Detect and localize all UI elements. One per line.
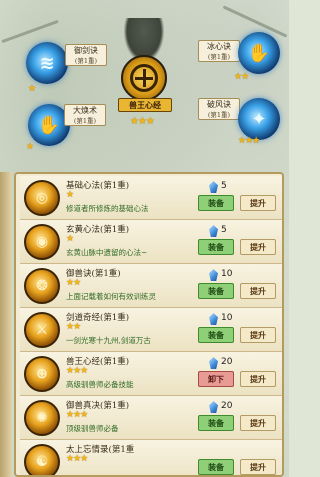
list-item-stars: ★ — [66, 190, 74, 200]
equip-button[interactable]: 装备 — [198, 283, 234, 299]
skill-icon: ✺ — [24, 400, 60, 436]
gem-icon — [209, 357, 218, 369]
equip-button[interactable]: 装备 — [198, 327, 234, 343]
skill-stars: ★★ — [234, 72, 249, 82]
list-item-stars: ★★ — [66, 322, 81, 332]
list-item[interactable]: ☯ 太上忘情录(第1重 ★★★ 装备 提升 — [20, 440, 282, 475]
skill-tree: ≋ 御剑诀 (第1重) ★ 冰心诀 (第1重) ✋ ★★ 兽王心经 ★★★ ✋ … — [0, 0, 289, 165]
skill-icon: ◎ — [24, 180, 60, 216]
unequip-button[interactable]: 卸下 — [198, 371, 234, 387]
list-item-desc: 顶级驯兽师必备 — [66, 424, 119, 433]
list-item-stars: ★★★ — [66, 410, 88, 420]
skill-icon: ⚔ — [24, 312, 60, 348]
skill-label-dahuoshu: 大焕术 (第1重) — [64, 104, 106, 126]
skill-label-pofengjue: 破风诀 (第1重) — [198, 98, 240, 120]
list-item-stars: ★★ — [66, 278, 81, 288]
list-item-desc: 上面记载着如何有效训练灵 — [66, 292, 156, 301]
skill-level: (第1重) — [207, 53, 231, 61]
list-item[interactable]: ❂ 御兽诀(第1重) ★★ 上面记载着如何有效训练灵 10 装备 提升 — [20, 264, 282, 308]
skill-list-panel[interactable]: ◎ 基础心法(第1重) ★ 修道者所修炼的基础心法 5 装备 提升 ◉ 玄黄心法… — [14, 172, 284, 477]
list-item-cost: 5 — [221, 225, 227, 235]
skill-icon: ❂ — [24, 268, 60, 304]
skill-name: 大焕术 — [73, 106, 97, 115]
list-item-name: 玄黄心法(第1重) — [66, 225, 130, 235]
list-item-cost: 10 — [221, 313, 233, 323]
list-item-stars: ★★★ — [66, 366, 88, 376]
list-item[interactable]: ⚔ 剑道奇经(第1重) ★★ 一剑光寒十九州,剑道万古 10 装备 提升 — [20, 308, 282, 352]
skill-label-bingxinjue: 冰心诀 (第1重) — [198, 40, 240, 62]
skill-name: 冰心诀 — [207, 42, 231, 51]
upgrade-button[interactable]: 提升 — [240, 195, 276, 211]
skill-icon: ◉ — [24, 224, 60, 260]
skill-icon: ☯ — [24, 444, 60, 475]
center-skill-stars: ★★★ — [130, 116, 155, 127]
gem-icon — [209, 269, 218, 281]
list-item-desc: 一剑光寒十九州,剑道万古 — [66, 336, 151, 345]
list-item-desc: 修道者所修炼的基础心法 — [66, 204, 149, 213]
list-item-cost: 5 — [221, 181, 227, 191]
skill-level: (第1重) — [207, 111, 231, 119]
skill-orb-yujianjue[interactable]: ≋ — [26, 42, 68, 84]
list-item[interactable]: ⊕ 兽王心经(第1重) ★★★ 高级驯兽师必备技能 20 卸下 提升 — [20, 352, 282, 396]
emblem-icon — [130, 64, 158, 92]
list-item-stars: ★ — [66, 234, 74, 244]
gem-icon — [209, 313, 218, 325]
upgrade-button[interactable]: 提升 — [240, 415, 276, 431]
skill-orb-pofengjue[interactable]: ✦ — [238, 98, 280, 140]
list-item-cost: 10 — [221, 269, 233, 279]
skill-level: (第1重) — [74, 57, 98, 65]
list-item-cost: 20 — [221, 357, 233, 367]
center-skill-label: 兽王心经 — [118, 98, 172, 112]
skill-name: 御剑诀 — [74, 46, 98, 55]
skill-stars: ★ — [28, 84, 36, 94]
upgrade-button[interactable]: 提升 — [240, 327, 276, 343]
skill-orb-bingxinjue[interactable]: ✋ — [238, 32, 280, 74]
list-item[interactable]: ◉ 玄黄心法(第1重) ★ 玄黄山脉中遗留的心法~ 5 装备 提升 — [20, 220, 282, 264]
equip-button[interactable]: 装备 — [198, 415, 234, 431]
equip-button[interactable]: 装备 — [198, 239, 234, 255]
skill-name: 破风诀 — [207, 100, 231, 109]
list-item-cost: 20 — [221, 401, 233, 411]
gem-icon — [209, 225, 218, 237]
upgrade-button[interactable]: 提升 — [240, 371, 276, 387]
skill-stars: ★★★ — [238, 136, 260, 146]
upgrade-button[interactable]: 提升 — [240, 239, 276, 255]
list-item-name: 基础心法(第1重) — [66, 181, 130, 191]
panel-left-edge — [0, 172, 12, 477]
gem-icon — [209, 181, 218, 193]
skill-label-yujianjue: 御剑诀 (第1重) — [65, 44, 107, 66]
list-item-stars: ★★★ — [66, 454, 88, 464]
skill-stars: ★ — [26, 142, 34, 152]
equip-button[interactable]: 装备 — [198, 459, 234, 475]
skill-icon: ⊕ — [24, 356, 60, 392]
list-item[interactable]: ✺ 御兽真决(第1重) ★★★ 顶级驯兽师必备 20 装备 提升 — [20, 396, 282, 440]
gem-icon — [209, 401, 218, 413]
list-item-desc: 高级驯兽师必备技能 — [66, 380, 134, 389]
list-item[interactable]: ◎ 基础心法(第1重) ★ 修道者所修炼的基础心法 5 装备 提升 — [20, 176, 282, 220]
skill-orb-center[interactable] — [121, 55, 167, 101]
equip-button[interactable]: 装备 — [198, 195, 234, 211]
skill-level: (第1重) — [73, 117, 97, 125]
upgrade-button[interactable]: 提升 — [240, 459, 276, 475]
list-item-desc: 玄黄山脉中遗留的心法~ — [66, 248, 148, 257]
upgrade-button[interactable]: 提升 — [240, 283, 276, 299]
